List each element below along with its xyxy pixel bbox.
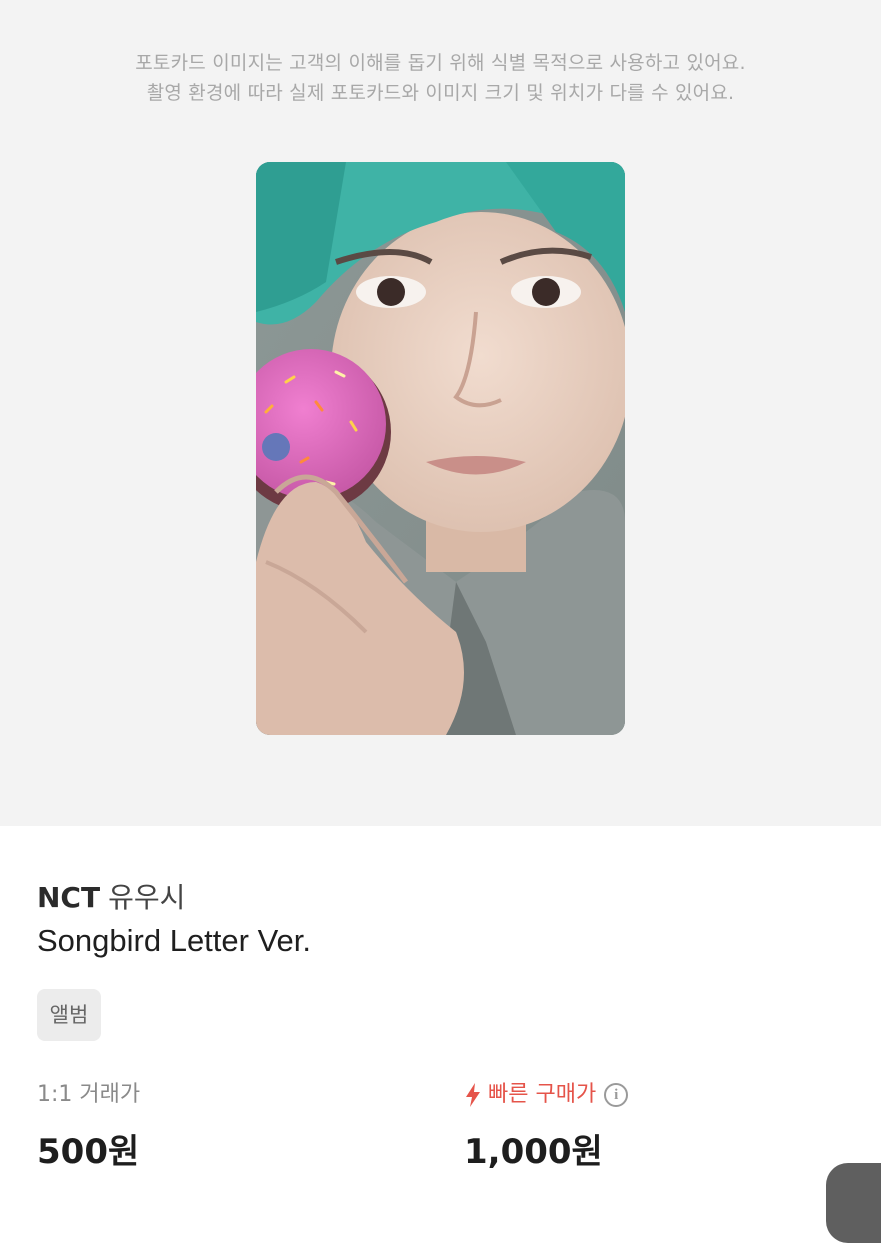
lightning-bolt-icon <box>466 1083 480 1107</box>
group-name: NCT <box>37 881 101 914</box>
quick-buy-label: 빠른 구매가 <box>488 1082 597 1107</box>
quick-buy-label-row: 빠른 구매가 i <box>464 1080 629 1110</box>
member-name: 유우시 <box>108 881 186 914</box>
artist-name: NCT 유우시 <box>37 876 185 916</box>
category-tag: 앨범 <box>37 989 101 1041</box>
trade-price-value: 500원 <box>37 1132 140 1172</box>
quick-buy-price-value: 1,000원 <box>464 1132 603 1172</box>
photocard-image-section: 포토카드 이미지는 고객의 이해를 돕기 위해 식별 목적으로 사용하고 있어요… <box>0 0 881 826</box>
info-circle-icon[interactable]: i <box>604 1083 629 1107</box>
image-notice: 포토카드 이미지는 고객의 이해를 돕기 위해 식별 목적으로 사용하고 있어요… <box>0 48 881 108</box>
photocard-illustration <box>256 162 625 735</box>
image-notice-line-1: 포토카드 이미지는 고객의 이해를 돕기 위해 식별 목적으로 사용하고 있어요… <box>135 52 746 74</box>
trade-price-block: 1:1 거래가 500원 <box>37 1080 140 1173</box>
trade-price-label: 1:1 거래가 <box>37 1082 141 1107</box>
floating-action-button[interactable] <box>826 1163 881 1243</box>
image-notice-line-2: 촬영 환경에 따라 실제 포토카드와 이미지 크기 및 위치가 다를 수 있어요… <box>146 82 735 104</box>
album-version-title: Songbird Letter Ver. <box>37 923 312 958</box>
quick-buy-price-block[interactable]: 빠른 구매가 i 1,000원 <box>464 1080 629 1173</box>
photocard-image[interactable] <box>256 162 625 735</box>
